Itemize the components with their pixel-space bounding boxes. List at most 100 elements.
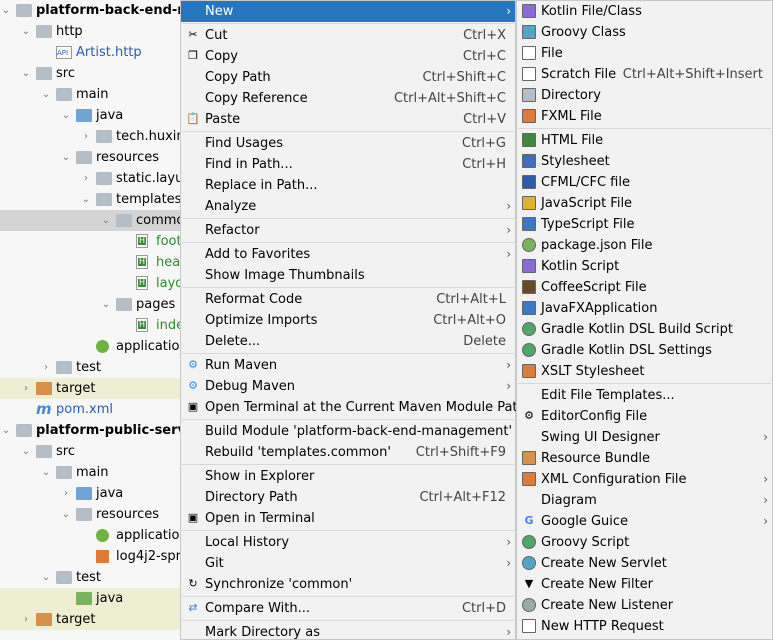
menu-item[interactable]: package.json File <box>517 235 772 256</box>
chevron-down-icon[interactable]: ⌄ <box>60 105 72 126</box>
menu-item[interactable]: Groovy Class <box>517 22 772 43</box>
menu-item[interactable]: G Google Guice › <box>517 511 772 532</box>
tree-node[interactable]: java <box>0 588 182 609</box>
tree-node[interactable]: ⌄ platform-public-service <box>0 420 182 441</box>
tree-node[interactable]: › target <box>0 609 182 630</box>
tree-node[interactable]: ⌄ pages <box>0 294 182 315</box>
chevron-down-icon[interactable]: ⌄ <box>20 63 32 84</box>
menu-item[interactable]: Stylesheet <box>517 151 772 172</box>
tree-node[interactable]: application. <box>0 336 182 357</box>
tree-node[interactable]: log4j2-sprir <box>0 546 182 567</box>
menu-item[interactable]: Copy Path Ctrl+Shift+C <box>181 67 515 88</box>
tree-node[interactable]: ⌄ main <box>0 84 182 105</box>
tree-node[interactable]: ⌄ src <box>0 441 182 462</box>
menu-item[interactable]: Build Module 'platform-back-end-manageme… <box>181 421 515 442</box>
menu-item[interactable]: ⚙ EditorConfig File <box>517 406 772 427</box>
chevron-down-icon[interactable]: ⌄ <box>40 567 52 588</box>
menu-item[interactable]: Reformat Code Ctrl+Alt+L <box>181 289 515 310</box>
tree-node[interactable]: ⌄ test <box>0 567 182 588</box>
chevron-down-icon[interactable]: ⌄ <box>80 189 92 210</box>
tree-node[interactable]: ⌄ src <box>0 63 182 84</box>
chevron-right-icon[interactable]: › <box>60 483 72 504</box>
menu-item[interactable]: JavaFXApplication <box>517 298 772 319</box>
menu-item[interactable]: Local History › <box>181 532 515 553</box>
menu-item[interactable]: TypeScript File <box>517 214 772 235</box>
tree-node[interactable]: › target <box>0 378 182 399</box>
chevron-down-icon[interactable]: ⌄ <box>100 294 112 315</box>
tree-node[interactable]: ⌄ platform-back-end-man <box>0 0 182 21</box>
menu-item[interactable]: ⚙ Debug Maven › <box>181 376 515 397</box>
menu-item[interactable]: CoffeeScript File <box>517 277 772 298</box>
menu-item[interactable]: ⇄ Compare With... Ctrl+D <box>181 598 515 619</box>
menu-item[interactable]: New › <box>181 1 515 22</box>
menu-item[interactable]: Mark Directory as › <box>181 622 515 640</box>
menu-item[interactable]: Scratch File Ctrl+Alt+Shift+Insert <box>517 64 772 85</box>
tree-node[interactable]: m pom.xml <box>0 399 182 420</box>
tree-node[interactable]: › tech.huxin <box>0 126 182 147</box>
menu-item[interactable]: ▣ Open in Terminal <box>181 508 515 529</box>
tree-node[interactable]: foote <box>0 231 182 252</box>
menu-item[interactable]: 📋 Paste Ctrl+V <box>181 109 515 130</box>
menu-item[interactable]: Create New Servlet <box>517 553 772 574</box>
menu-item[interactable]: Directory Path Ctrl+Alt+F12 <box>181 487 515 508</box>
menu-item[interactable]: Kotlin File/Class <box>517 1 772 22</box>
chevron-down-icon[interactable]: ⌄ <box>40 84 52 105</box>
chevron-down-icon[interactable]: ⌄ <box>40 462 52 483</box>
chevron-right-icon[interactable]: › <box>40 357 52 378</box>
menu-item[interactable]: Replace in Path... <box>181 175 515 196</box>
tree-node[interactable]: ⌄ resources <box>0 504 182 525</box>
tree-node[interactable]: head <box>0 252 182 273</box>
menu-item[interactable]: Refactor › <box>181 220 515 241</box>
menu-item[interactable]: File <box>517 43 772 64</box>
chevron-right-icon[interactable]: › <box>20 378 32 399</box>
chevron-down-icon[interactable]: ⌄ <box>0 420 12 441</box>
menu-item[interactable]: Gradle Kotlin DSL Build Script <box>517 319 772 340</box>
menu-item[interactable]: ▣ Open Terminal at the Current Maven Modu… <box>181 397 526 418</box>
menu-item[interactable]: Rebuild 'templates.common' Ctrl+Shift+F9 <box>181 442 515 463</box>
menu-item[interactable]: Find in Path... Ctrl+H <box>181 154 515 175</box>
menu-item[interactable]: XML Configuration File › <box>517 469 772 490</box>
tree-node[interactable]: ⌄ main <box>0 462 182 483</box>
menu-item[interactable]: Resource Bundle <box>517 448 772 469</box>
tree-node[interactable]: › test <box>0 357 182 378</box>
menu-item[interactable]: XSLT Stylesheet <box>517 361 772 382</box>
menu-item[interactable]: Swing UI Designer › <box>517 427 772 448</box>
menu-item[interactable]: JavaScript File <box>517 193 772 214</box>
chevron-down-icon[interactable]: ⌄ <box>60 504 72 525</box>
menu-item[interactable]: Delete... Delete <box>181 331 515 352</box>
menu-item[interactable]: Find Usages Ctrl+G <box>181 133 515 154</box>
tree-node[interactable]: index <box>0 315 182 336</box>
menu-item[interactable]: ✂ Cut Ctrl+X <box>181 25 515 46</box>
chevron-down-icon[interactable]: ⌄ <box>100 210 112 231</box>
chevron-down-icon[interactable]: ⌄ <box>20 441 32 462</box>
menu-item[interactable]: ▼ Create New Filter <box>517 574 772 595</box>
tree-node[interactable]: API Artist.http <box>0 42 182 63</box>
menu-item[interactable]: CFML/CFC file <box>517 172 772 193</box>
menu-item[interactable]: FXML File <box>517 106 772 127</box>
menu-item[interactable]: Groovy Script <box>517 532 772 553</box>
tree-node[interactable]: › java <box>0 483 182 504</box>
menu-item[interactable]: Diagram › <box>517 490 772 511</box>
menu-item[interactable]: Copy Reference Ctrl+Alt+Shift+C <box>181 88 515 109</box>
menu-item[interactable]: ⚙ Run Maven › <box>181 355 515 376</box>
menu-item[interactable]: New HTTP Request <box>517 616 772 637</box>
menu-item[interactable]: Show in Explorer <box>181 466 515 487</box>
chevron-down-icon[interactable]: ⌄ <box>20 21 32 42</box>
chevron-down-icon[interactable]: ⌄ <box>0 0 12 21</box>
menu-item[interactable]: Optimize Imports Ctrl+Alt+O <box>181 310 515 331</box>
menu-item[interactable]: Kotlin Script <box>517 256 772 277</box>
tree-node[interactable]: ⌄ http <box>0 21 182 42</box>
menu-item[interactable]: Create New Listener <box>517 595 772 616</box>
menu-item[interactable]: Add to Favorites › <box>181 244 515 265</box>
menu-item[interactable]: HTML File <box>517 130 772 151</box>
menu-item[interactable]: Analyze › <box>181 196 515 217</box>
chevron-down-icon[interactable]: ⌄ <box>60 147 72 168</box>
tree-node[interactable]: › static.layui <box>0 168 182 189</box>
chevron-right-icon[interactable]: › <box>20 609 32 630</box>
menu-item[interactable]: Edit File Templates... <box>517 385 772 406</box>
menu-item[interactable]: ↻ Synchronize 'common' <box>181 574 515 595</box>
menu-item[interactable]: ❐ Copy Ctrl+C <box>181 46 515 67</box>
tree-node[interactable]: layou <box>0 273 182 294</box>
menu-item[interactable]: Git › <box>181 553 515 574</box>
menu-item[interactable]: Gradle Kotlin DSL Settings <box>517 340 772 361</box>
